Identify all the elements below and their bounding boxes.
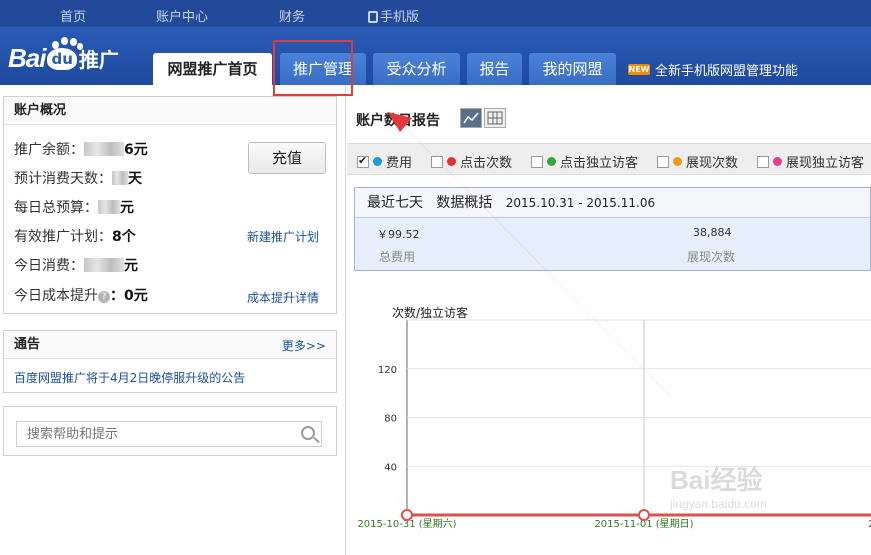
watermark: Bai经验 jingyan.baidu.com [670, 465, 767, 511]
arrow-shaft [396, 118, 676, 402]
